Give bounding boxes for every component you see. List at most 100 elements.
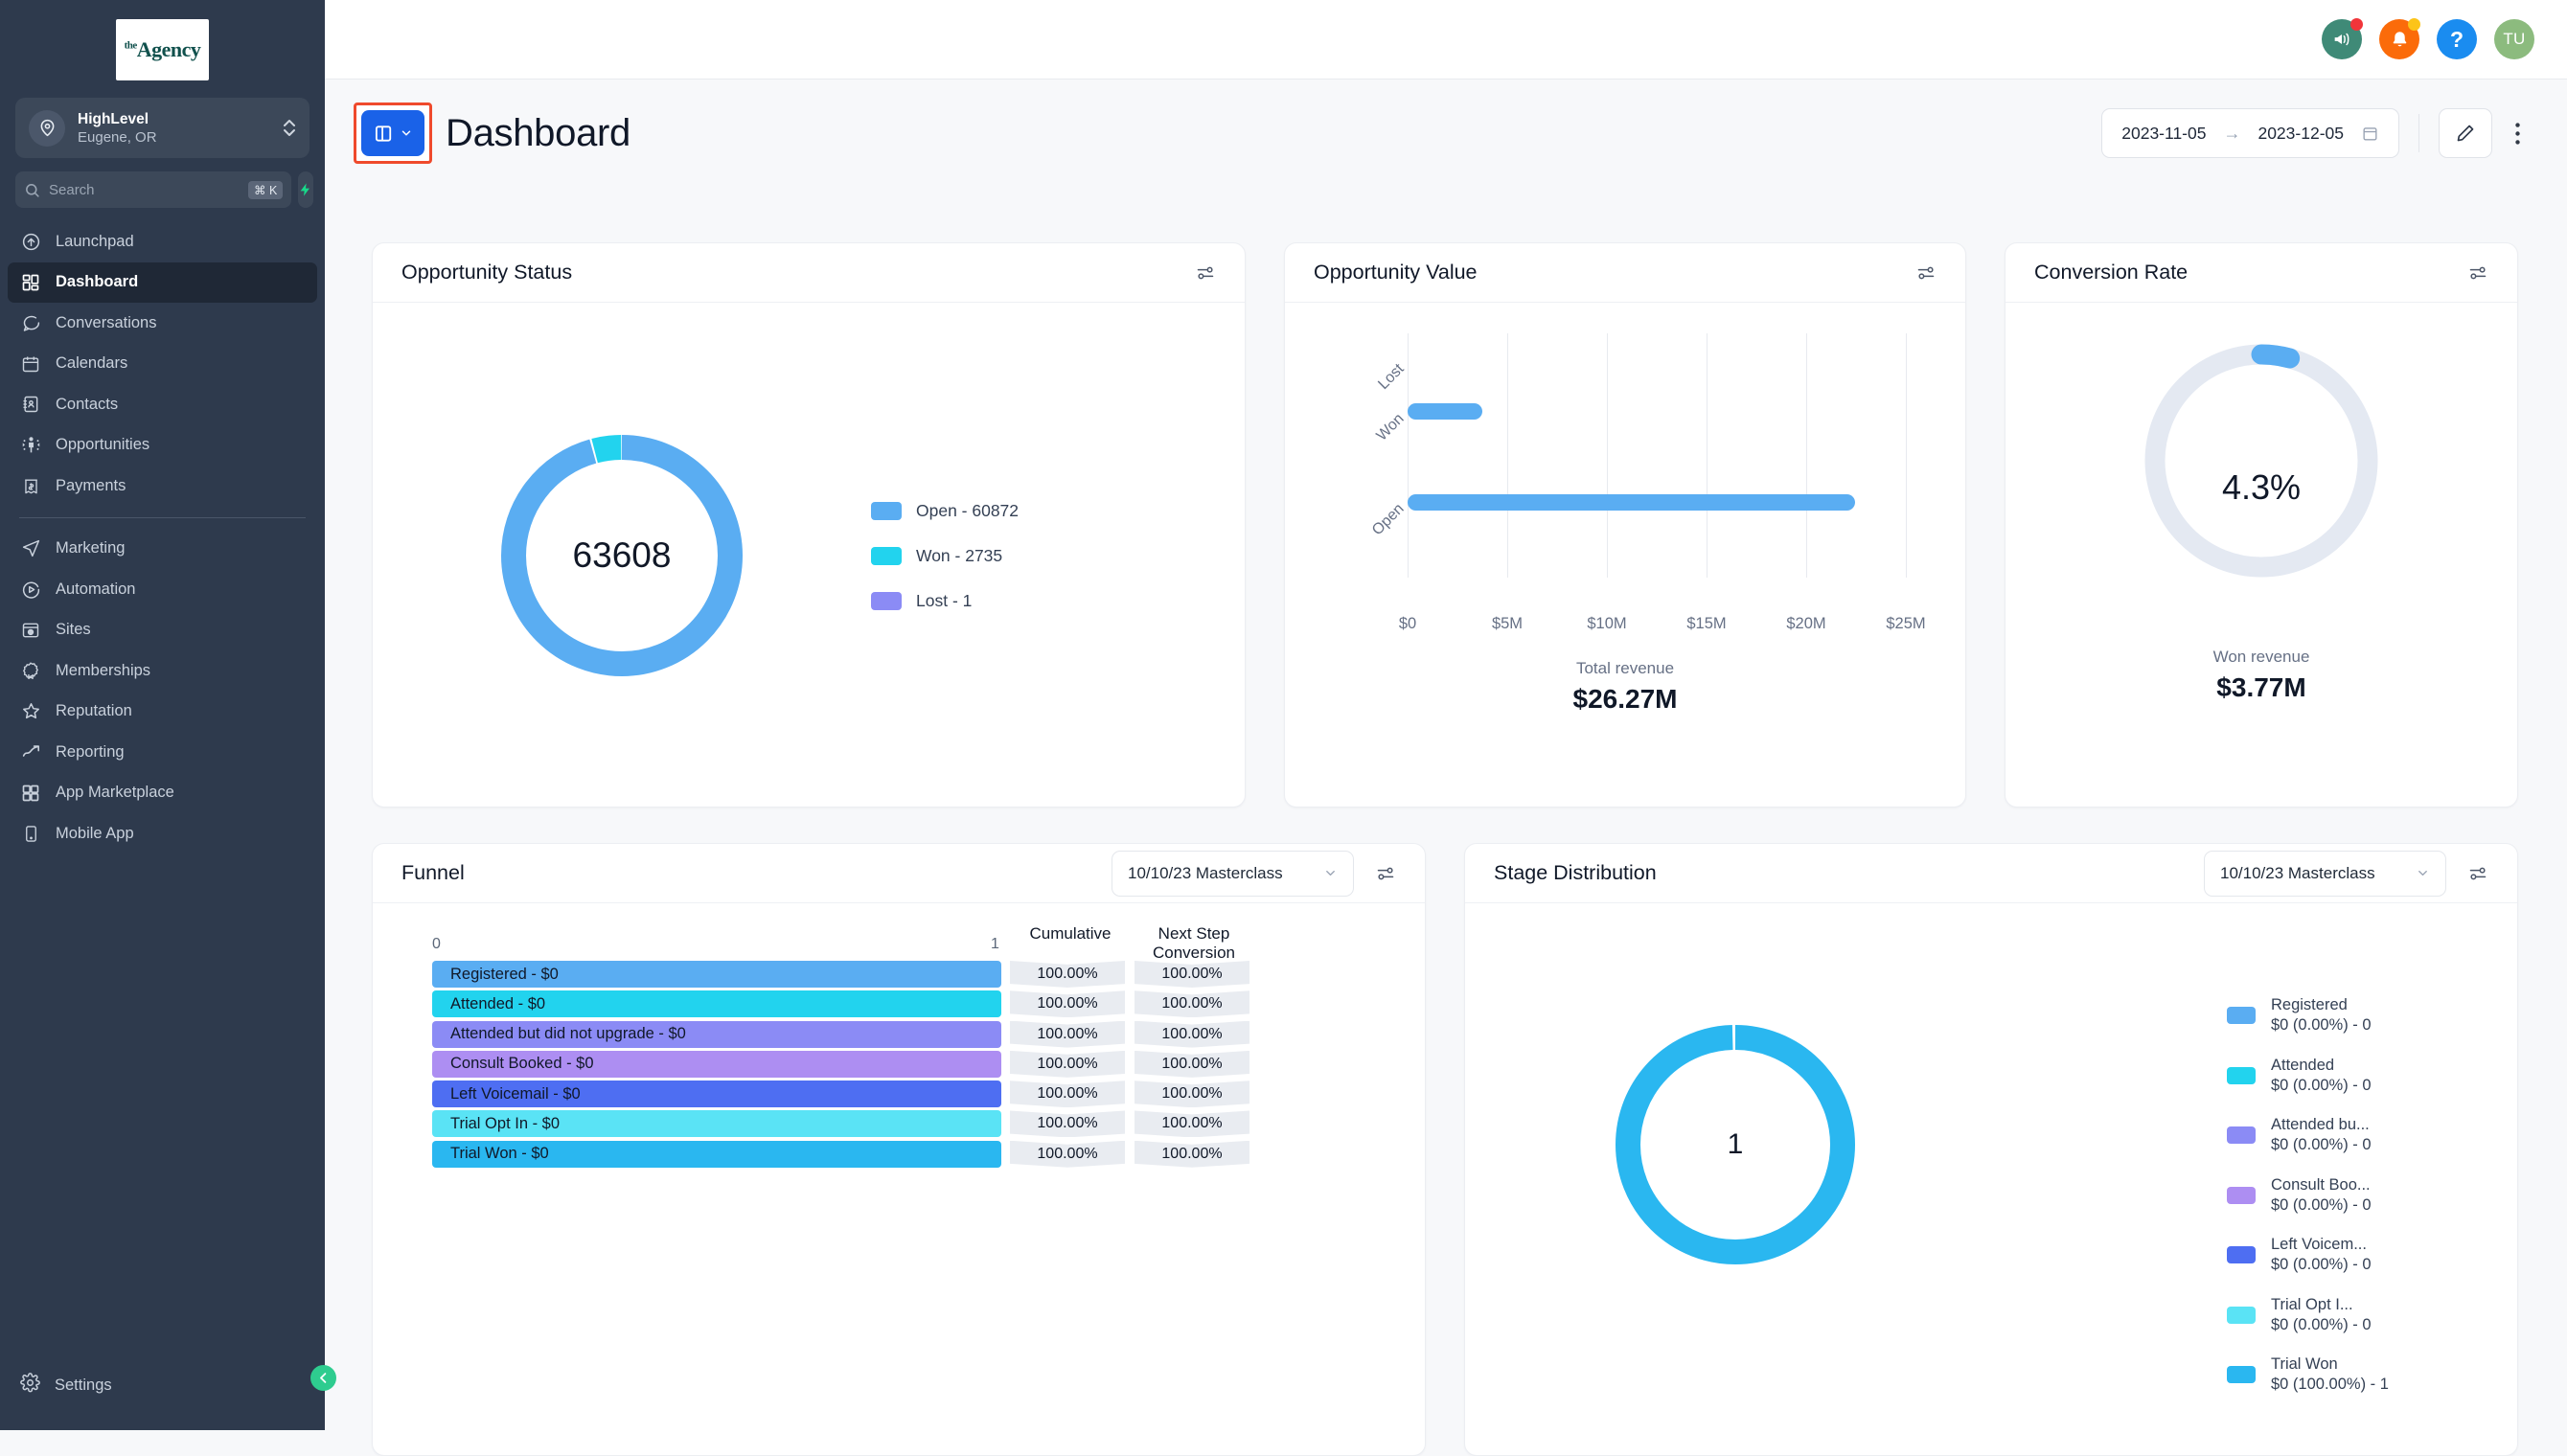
sliders-icon[interactable] (1915, 263, 1937, 283)
card-conversion-rate: Conversion Rate 4.3% Won revenue $3.77M (2005, 242, 2518, 808)
legend-item[interactable]: Lost - 1 (871, 591, 1019, 611)
page-title: Dashboard (446, 111, 630, 154)
sidebar-item-app-marketplace[interactable]: App Marketplace (8, 773, 317, 814)
help-icon: ? (2449, 26, 2464, 52)
bar-open[interactable] (1408, 494, 1855, 511)
legend-item[interactable]: Left Voicem... $0 (0.00%) - 0 (2227, 1235, 2389, 1275)
stage-distribution-body: 1 Registered $0 (0.00%) - 0 Attended $0 … (1465, 903, 2517, 1456)
mobile-icon (20, 823, 41, 844)
sidebar-item-opportunities[interactable]: Opportunities (8, 425, 317, 466)
legend-item[interactable]: Open - 60872 (871, 501, 1019, 521)
edit-dashboard-button[interactable] (2439, 108, 2492, 158)
account-location: Eugene, OR (78, 128, 157, 146)
sidebar-item-label: Launchpad (56, 232, 134, 250)
card-opportunity-value: Opportunity Value Lost Won Open $0 $5M $… (1284, 242, 1966, 808)
sidebar-item-dashboard[interactable]: Dashboard (8, 262, 317, 303)
legend-item[interactable]: Attended bu... $0 (0.00%) - 0 (2227, 1115, 2389, 1155)
sidebar-item-payments[interactable]: Payments (8, 466, 317, 507)
sidebar-item-label: Payments (56, 476, 126, 494)
legend-value: $0 (0.00%) - 0 (2271, 1016, 2372, 1034)
funnel-row: Registered - $0 100.00% 100.00% (394, 961, 1404, 990)
sidebar-item-label: Reputation (56, 702, 132, 720)
card-header: Conversion Rate (2005, 243, 2517, 303)
sliders-icon[interactable] (2467, 864, 2488, 883)
funnel-bar[interactable]: Attended but did not upgrade - $0 (432, 1020, 1001, 1048)
funnel-next-step-value: 100.00% (1135, 1050, 1249, 1078)
announcements-badge (2350, 18, 2363, 31)
sidebar-item-mobile-app[interactable]: Mobile App (8, 813, 317, 854)
funnel-bar[interactable]: Consult Booked - $0 (432, 1050, 1001, 1078)
announcements-button[interactable] (2322, 18, 2363, 59)
notifications-button[interactable] (2379, 18, 2420, 59)
funnel-pipeline-select[interactable]: 10/10/23 Masterclass (1112, 850, 1354, 897)
funnel-row: Consult Booked - $0 100.00% 100.00% (394, 1050, 1404, 1081)
legend-item[interactable]: Won - 2735 (871, 546, 1019, 566)
legend-text: Attended $0 (0.00%) - 0 (2271, 1056, 2372, 1096)
legend-text: Trial Won $0 (100.00%) - 1 (2271, 1354, 2389, 1395)
sidebar-item-calendars[interactable]: Calendars (8, 344, 317, 385)
bell-icon (2393, 31, 2406, 46)
grid-icon (20, 272, 41, 293)
funnel-row: Trial Opt In - $0 100.00% 100.00% (394, 1110, 1404, 1140)
dashboard-selector-button[interactable] (361, 110, 424, 156)
sidebar-item-contacts[interactable]: Contacts (8, 384, 317, 425)
avatar[interactable]: TU (2494, 19, 2534, 59)
stage-pipeline-value: 10/10/23 Masterclass (2220, 863, 2375, 882)
legend-label: Trial Opt I... (2271, 1295, 2353, 1313)
quick-actions-button[interactable] (298, 171, 314, 208)
sidebar-item-settings[interactable]: Settings (8, 1365, 317, 1405)
search-input[interactable] (49, 181, 240, 198)
legend-swatch (2227, 1306, 2256, 1324)
search-box[interactable]: ⌘ K (15, 171, 292, 208)
opportunity-status-legend: Open - 60872 Won - 2735 Lost - 1 (871, 501, 1019, 611)
funnel-bar[interactable]: Trial Opt In - $0 (432, 1110, 1001, 1138)
sidebar-item-memberships[interactable]: Memberships (8, 650, 317, 692)
sidebar-item-marketing[interactable]: Marketing (8, 529, 317, 570)
card-title: Stage Distribution (1494, 861, 1657, 884)
legend-item[interactable]: Registered $0 (0.00%) - 0 (2227, 995, 2389, 1035)
legend-item[interactable]: Consult Boo... $0 (0.00%) - 0 (2227, 1175, 2389, 1216)
paper-plane-icon (20, 538, 41, 559)
legend-swatch (871, 501, 902, 520)
legend-item[interactable]: Attended $0 (0.00%) - 0 (2227, 1056, 2389, 1096)
legend-value: $0 (0.00%) - 0 (2271, 1076, 2372, 1094)
sidebar-divider (19, 516, 306, 518)
account-switcher[interactable]: HighLevel Eugene, OR (15, 98, 309, 158)
sidebar-item-reporting[interactable]: Reporting (8, 732, 317, 773)
sidebar-item-launchpad[interactable]: Launchpad (8, 221, 317, 262)
funnel-bar[interactable]: Attended - $0 (432, 990, 1001, 1018)
browser-globe-icon (20, 620, 41, 641)
sidebar-item-conversations[interactable]: Conversations (8, 303, 317, 344)
lightning-bolt-icon (300, 183, 310, 196)
funnel-axis: 0 1 Cumulative Next Step Conversion (394, 903, 1404, 962)
legend-label: Registered (2271, 996, 2348, 1013)
bar-won[interactable] (1408, 403, 1482, 420)
funnel-bar[interactable]: Registered - $0 (432, 961, 1001, 988)
sliders-icon[interactable] (1195, 263, 1216, 283)
dashboard-more-button[interactable] (2498, 108, 2536, 158)
card-header-actions (1195, 263, 1216, 283)
legend-item[interactable]: Trial Opt I... $0 (0.00%) - 0 (2227, 1295, 2389, 1335)
sliders-icon[interactable] (1375, 864, 1396, 883)
funnel-bar[interactable]: Left Voicemail - $0 (432, 1081, 1001, 1108)
help-button[interactable]: ? (2437, 19, 2477, 59)
sidebar-item-reputation[interactable]: Reputation (8, 692, 317, 733)
stage-pipeline-select[interactable]: 10/10/23 Masterclass (2204, 850, 2446, 897)
sliders-icon[interactable] (2467, 263, 2488, 283)
sidebar-item-sites[interactable]: Sites (8, 610, 317, 651)
sidebar-collapse-button[interactable] (310, 1365, 336, 1391)
funnel-next-step-value: 100.00% (1135, 1081, 1249, 1108)
card-header-actions: 10/10/23 Masterclass (2204, 850, 2488, 897)
won-revenue-label: Won revenue (2212, 648, 2310, 666)
won-revenue-value: $3.77M (2216, 672, 2306, 702)
stage-distribution-legend: Registered $0 (0.00%) - 0 Attended $0 (0… (2227, 995, 2389, 1395)
chevron-updown-icon[interactable] (283, 119, 296, 137)
date-range-picker[interactable]: 2023-11-05 → 2023-12-05 (2101, 108, 2399, 158)
stage-donut-center-value: 1 (1727, 1128, 1744, 1160)
funnel-bar[interactable]: Trial Won - $0 (432, 1140, 1001, 1168)
legend-value: $0 (100.00%) - 1 (2271, 1376, 2389, 1393)
legend-item[interactable]: Trial Won $0 (100.00%) - 1 (2227, 1354, 2389, 1395)
sidebar-item-automation[interactable]: Automation (8, 569, 317, 610)
legend-label: Consult Boo... (2271, 1175, 2371, 1194)
legend-label: Won - 2735 (916, 545, 1003, 565)
